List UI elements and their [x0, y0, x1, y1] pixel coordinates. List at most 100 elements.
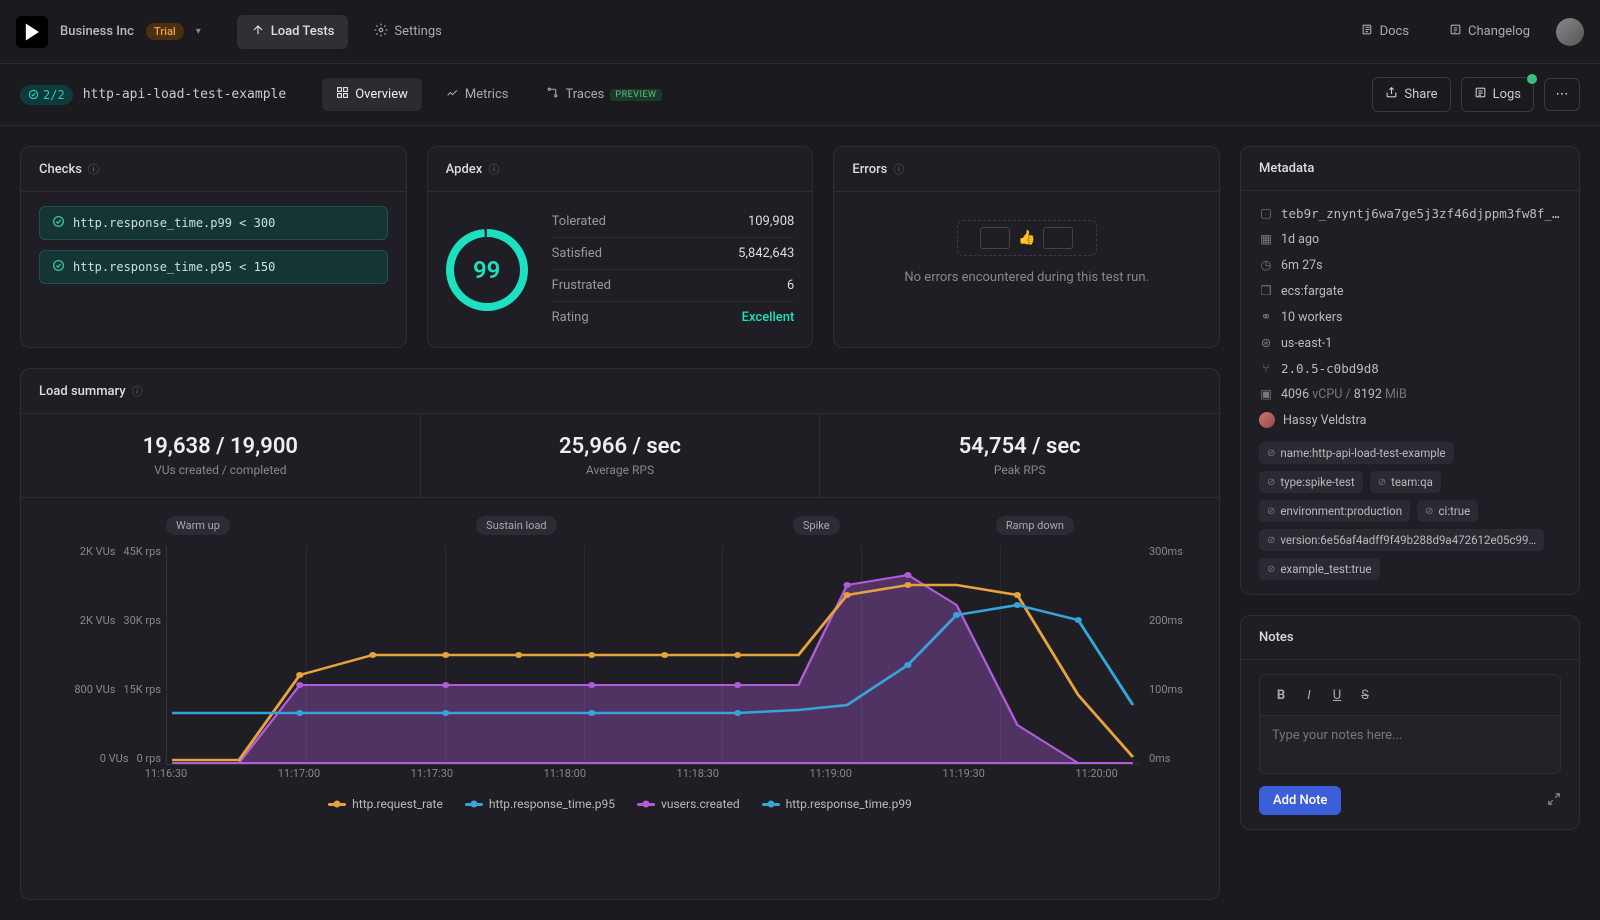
apdex-card: Apdex ⓘ 99 Tolerated109,908 Satisfied5,8… — [427, 146, 814, 348]
traces-icon — [546, 86, 559, 103]
tab-metrics[interactable]: Metrics — [432, 78, 523, 111]
apdex-title: Apdex — [446, 162, 483, 177]
test-name: http-api-load-test-example — [83, 87, 287, 102]
chart-legend: http.request_rate http.response_time.p95… — [31, 785, 1209, 827]
check-circle-icon — [52, 259, 65, 275]
apdex-row: Frustrated6 — [552, 270, 795, 302]
tag[interactable]: ⊘version:6e56af4adff9f49b288d9a472612e05… — [1259, 529, 1544, 551]
tag-icon: ⊘ — [1267, 477, 1275, 488]
load-tests-button[interactable]: Load Tests — [237, 15, 349, 49]
cube-icon: ❒ — [1259, 283, 1273, 299]
upload-icon — [251, 23, 265, 41]
italic-button[interactable]: I — [1296, 683, 1322, 707]
load-summary-chart[interactable]: 2K VUs45K rps 2K VUs30K rps 800 VUs15K r… — [166, 545, 1139, 785]
meta-age: ▦1d ago — [1259, 231, 1561, 247]
chip-icon: ▣ — [1259, 386, 1273, 402]
changelog-link[interactable]: Changelog — [1435, 15, 1544, 48]
errors-title: Errors — [852, 162, 887, 177]
changelog-icon — [1449, 23, 1462, 40]
share-button[interactable]: Share — [1372, 77, 1450, 112]
calendar-icon: ▦ — [1259, 231, 1273, 247]
tag-icon: ⊘ — [1267, 448, 1275, 459]
author-avatar — [1259, 412, 1275, 428]
meta-duration: ◷6m 27s — [1259, 257, 1561, 273]
branch-icon: ⑂ — [1259, 361, 1273, 376]
metadata-card: Metadata ▢teb9r_znyntj6wa7ge5j3zf46djppm… — [1240, 146, 1580, 595]
tag[interactable]: ⊘type:spike-test — [1259, 471, 1363, 493]
app-logo[interactable] — [16, 16, 48, 48]
share-icon — [1385, 86, 1398, 103]
org-name[interactable]: Business Inc — [60, 24, 134, 39]
load-summary-card: Load summary ⓘ 19,638 / 19,900 VUs creat… — [20, 368, 1220, 900]
meta-region: ⊛us-east-1 — [1259, 335, 1561, 351]
thumbs-up-icon: 👍 — [1018, 230, 1035, 246]
meta-version: ⑂2.0.5-c0bd9d8 — [1259, 361, 1561, 376]
info-icon[interactable]: ⓘ — [132, 383, 143, 399]
errors-card: Errors ⓘ 👍 No errors encountered during … — [833, 146, 1220, 348]
tag[interactable]: ⊘name:http-api-load-test-example — [1259, 442, 1454, 464]
chart-icon — [446, 86, 459, 103]
stat-avg-rps: 25,966 / sec Average RPS — [421, 414, 821, 497]
check-circle-icon — [28, 89, 39, 100]
clock-icon: ◷ — [1259, 257, 1273, 273]
status-dot — [1527, 74, 1537, 84]
info-icon[interactable]: ⓘ — [88, 161, 99, 177]
info-icon[interactable]: ⓘ — [893, 161, 904, 177]
tag[interactable]: ⊘environment:production — [1259, 500, 1410, 522]
phase-badge: Spike — [793, 516, 840, 535]
checks-title: Checks — [39, 162, 82, 177]
tab-overview[interactable]: Overview — [322, 78, 422, 111]
meta-author: Hassy Veldstra — [1259, 412, 1561, 428]
info-icon[interactable]: ⓘ — [488, 161, 499, 177]
meta-id: ▢teb9r_znyntj6wa7ge5j3zf46djppm3fw8f_t… — [1259, 205, 1561, 221]
tag-icon: ⊘ — [1425, 506, 1433, 517]
errors-message: No errors encountered during this test r… — [904, 270, 1149, 285]
trial-badge: Trial — [146, 23, 184, 40]
phase-badge: Warm up — [166, 516, 230, 535]
check-circle-icon — [52, 215, 65, 231]
docs-icon — [1361, 23, 1374, 40]
y-axis-right: 300ms 200ms 100ms 0ms — [1149, 545, 1209, 765]
apdex-row: RatingExcellent — [552, 302, 795, 333]
tab-traces[interactable]: Traces PREVIEW — [532, 78, 675, 111]
check-item[interactable]: http.response_time.p95 < 150 — [39, 250, 388, 284]
tag[interactable]: ⊘team:qa — [1370, 471, 1441, 493]
meta-workers: ⚭10 workers — [1259, 309, 1561, 325]
add-note-button[interactable]: Add Note — [1259, 786, 1341, 815]
tag[interactable]: ⊘example_test:true — [1259, 558, 1380, 580]
checks-card: Checks ⓘ http.response_time.p99 < 300 — [20, 146, 407, 348]
user-avatar[interactable] — [1556, 18, 1584, 46]
tag-icon: ⊘ — [1267, 564, 1275, 575]
stat-vus: 19,638 / 19,900 VUs created / completed — [21, 414, 421, 497]
docs-link[interactable]: Docs — [1347, 15, 1423, 48]
apdex-gauge: 99 — [446, 229, 528, 311]
globe-icon: ⊛ — [1259, 335, 1273, 351]
tag-icon: ⊘ — [1378, 477, 1386, 488]
notes-title: Notes — [1259, 630, 1294, 645]
grid-icon — [336, 86, 349, 103]
expand-icon[interactable] — [1547, 792, 1561, 810]
notes-toolbar: B I U S — [1259, 674, 1561, 716]
underline-button[interactable]: U — [1324, 683, 1350, 707]
apdex-row: Tolerated109,908 — [552, 206, 795, 238]
notes-textarea[interactable]: Type your notes here... — [1259, 716, 1561, 774]
chevron-down-icon[interactable]: ▾ — [196, 26, 201, 37]
tag-icon: ⊘ — [1267, 535, 1275, 546]
logs-button[interactable]: Logs — [1461, 77, 1534, 112]
strike-button[interactable]: S — [1352, 683, 1378, 707]
y-axis-left: 2K VUs45K rps 2K VUs30K rps 800 VUs15K r… — [31, 545, 161, 765]
preview-badge: PREVIEW — [610, 89, 661, 101]
settings-button[interactable]: Settings — [360, 15, 455, 49]
tag[interactable]: ⊘ci:true — [1417, 500, 1478, 522]
check-item[interactable]: http.response_time.p99 < 300 — [39, 206, 388, 240]
errors-illustration: 👍 — [957, 220, 1097, 256]
apdex-row: Satisfied5,842,643 — [552, 238, 795, 270]
more-button[interactable]: ⋯ — [1544, 78, 1580, 111]
bold-button[interactable]: B — [1268, 683, 1294, 707]
gear-icon — [374, 23, 388, 41]
cluster-icon: ⚭ — [1259, 309, 1273, 325]
id-icon: ▢ — [1259, 205, 1273, 221]
logs-icon — [1474, 86, 1487, 103]
tag-icon: ⊘ — [1267, 506, 1275, 517]
load-summary-title: Load summary — [39, 384, 126, 399]
